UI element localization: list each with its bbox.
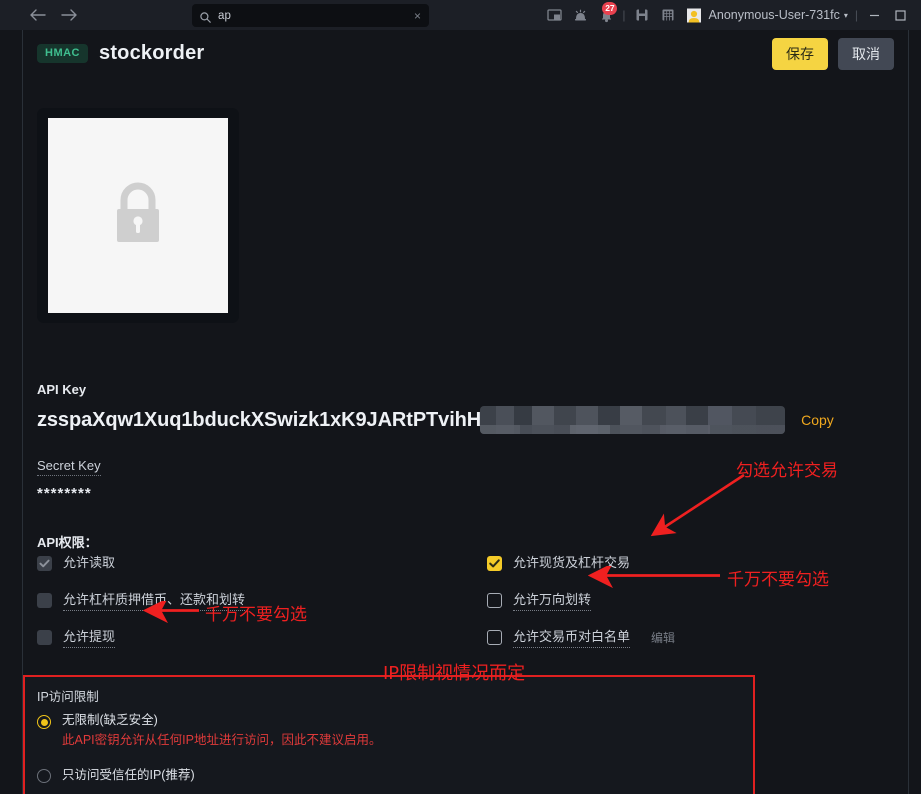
checkbox-symbol-whitelist[interactable] [487,630,502,645]
minimize-button[interactable] [861,2,887,28]
navigation-buttons [24,3,82,27]
permission-label-symbol-whitelist: 允许交易币对白名单 [513,629,631,648]
search-icon [200,10,211,23]
api-key-label: API Key [37,382,87,397]
qr-code-placeholder [37,108,239,323]
browser-chrome: ap × 27 | Anonymous-User-731fc ▾ | [0,0,921,30]
ip-option-trusted-label: 只访问受信任的IP(推荐) [62,768,195,782]
picture-in-picture-icon[interactable] [541,2,567,28]
permission-item-universal-transfer[interactable]: 允许万向划转 [487,592,897,611]
checkbox-withdraw[interactable] [37,630,52,645]
ip-option-unrestricted[interactable]: 无限制(缺乏安全) 此API密钥允许从任何IP地址进行访问，因此不建议启用。 [37,712,381,748]
right-divider [908,30,909,794]
forward-arrow-icon[interactable] [56,3,82,27]
ip-option-unrestricted-text: 无限制(缺乏安全) 此API密钥允许从任何IP地址进行访问，因此不建议启用。 [62,712,381,748]
secret-key-value: ******** [37,485,92,502]
header-actions: 保存 取消 [772,38,894,70]
permission-label-universal-transfer: 允许万向划转 [513,592,592,611]
page-title: stockorder [99,42,205,64]
ip-warning-text: 此API密钥允许从任何IP地址进行访问，因此不建议启用。 [62,733,382,747]
api-key-row: zsspaXqw1Xuq1bduckXSwizk1xK9JARtPTvihH C… [37,406,897,434]
checkbox-margin-loan[interactable] [37,593,52,608]
search-input[interactable]: ap [218,10,407,22]
secret-key-label: Secret Key [37,458,101,476]
copy-api-key-button[interactable]: Copy [801,412,834,428]
radio-unrestricted[interactable] [37,715,51,729]
edit-whitelist-link[interactable]: 编辑 [651,629,675,646]
checkbox-universal-transfer[interactable] [487,593,502,608]
api-key-redacted-region [480,406,786,434]
notification-badge: 27 [602,2,618,15]
permission-label-spot-margin: 允许现货及杠杆交易 [513,555,631,570]
maximize-button[interactable] [887,2,913,28]
user-avatar-icon[interactable] [681,2,707,28]
radio-trusted-ip[interactable] [37,768,51,783]
qr-image-area [48,118,228,313]
annotation-ip-note: IP限制视情况而定 [383,663,526,684]
permission-item-withdraw[interactable]: 允许提现 [37,629,487,648]
permission-label-withdraw: 允许提现 [63,629,116,648]
search-bar[interactable]: ap × [192,4,429,27]
cancel-button[interactable]: 取消 [838,38,894,70]
permission-item-read[interactable]: 允许读取 [37,555,487,571]
ip-option-unrestricted-label: 无限制(缺乏安全) [62,713,158,727]
clear-search-icon[interactable]: × [414,10,421,22]
ip-option-trusted[interactable]: 只访问受信任的IP(推荐) [37,767,195,784]
ip-restriction-title: IP访问限制 [37,690,99,704]
notification-bell-icon[interactable]: 27 [593,2,619,28]
toolbar-separator-2: | [854,8,858,22]
ip-restriction-section: IP访问限制 无限制(缺乏安全) 此API密钥允许从任何IP地址进行访问，因此不… [23,675,755,794]
checkbox-read[interactable] [37,556,52,571]
permission-item-symbol-whitelist[interactable]: 允许交易币对白名单 编辑 [487,629,897,648]
status-badge: HMAC [37,44,88,63]
chrome-toolbar: 27 | Anonymous-User-731fc ▾ | [541,0,921,30]
save-button[interactable]: 保存 [772,38,828,70]
toolbar-separator: | [622,8,626,22]
grid-apps-icon[interactable] [655,2,681,28]
annotation-enable-trading: 勾选允许交易 [736,461,838,481]
permissions-title: API权限： [37,535,98,550]
lock-icon [107,178,169,253]
api-key-value: zsspaXqw1Xuq1bduckXSwizk1xK9JARtPTvihH [37,408,482,431]
annotation-never-check-withdraw: 千万不要勾选 [205,605,307,625]
checkbox-spot-margin-trading[interactable] [487,556,502,571]
panel-header: HMAC stockorder [37,42,204,65]
back-arrow-icon[interactable] [24,3,50,27]
annotation-never-check-transfer: 千万不要勾选 [727,570,829,590]
user-name-label: Anonymous-User-731fc [708,8,840,22]
user-menu[interactable]: Anonymous-User-731fc ▾ [709,8,848,22]
chevron-down-icon: ▾ [843,10,848,20]
app-window: ap × 27 | Anonymous-User-731fc ▾ | HMAC … [0,0,921,794]
save-disk-icon[interactable] [629,2,655,28]
alarm-icon[interactable] [567,2,593,28]
permission-row: 允许杠杆质押借币、还款和划转 允许万向划转 [37,592,897,629]
permission-item-spot-margin[interactable]: 允许现货及杠杆交易 [487,555,897,571]
permission-label-read: 允许读取 [63,555,116,570]
